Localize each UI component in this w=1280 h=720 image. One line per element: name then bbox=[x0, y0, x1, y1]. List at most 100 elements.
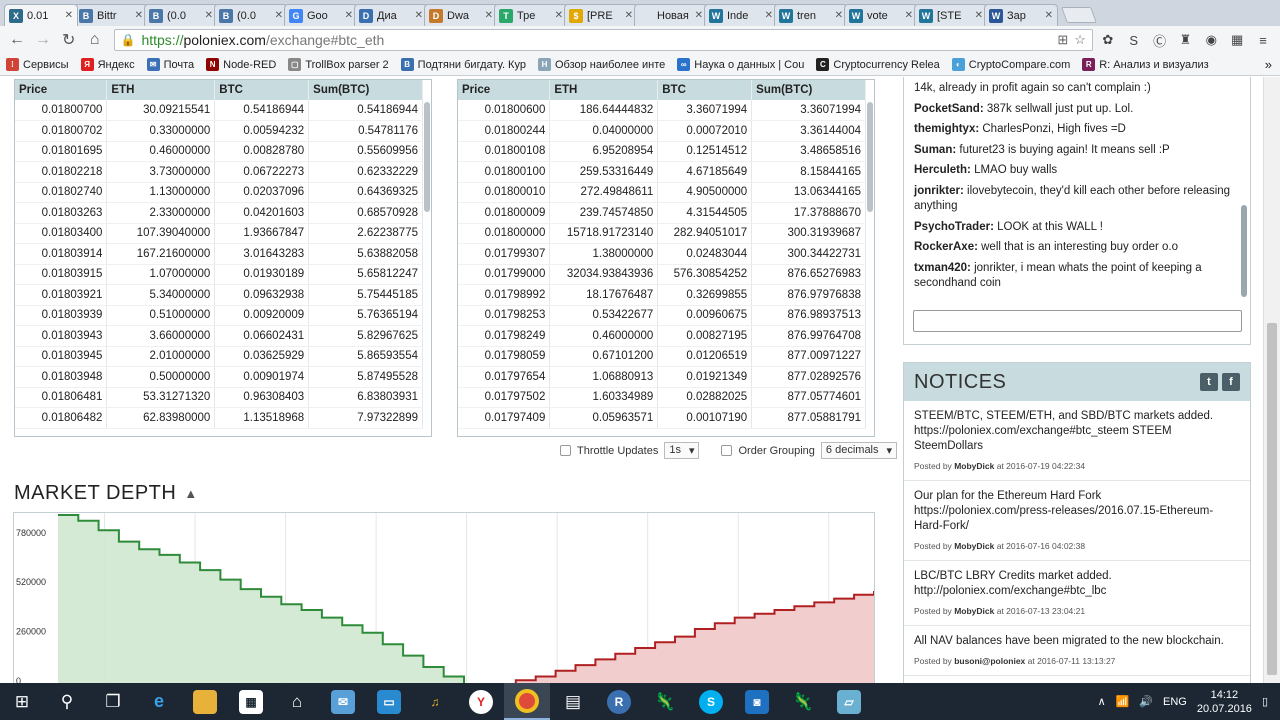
headphones-app-icon[interactable]: ♫ bbox=[412, 683, 458, 720]
table-row[interactable]: 0.01800100 259.53316449 4.67185649 8.158441… bbox=[458, 161, 866, 183]
tab-close-icon[interactable]: ✕ bbox=[905, 10, 913, 21]
table-row[interactable]: 0.01798249 0.46000000 0.00827195 876.997647… bbox=[458, 325, 866, 347]
browser-tab[interactable]: B (0.0 ✕ bbox=[144, 4, 218, 26]
column-header[interactable]: Sum(BTC) bbox=[751, 80, 866, 100]
tab-close-icon[interactable]: ✕ bbox=[345, 10, 353, 21]
browser-tab[interactable]: Wvote ✕ bbox=[844, 4, 918, 26]
system-clock[interactable]: 14:12 20.07.2016 bbox=[1197, 688, 1252, 716]
extension-c-icon[interactable]: Ⓒ bbox=[1149, 29, 1171, 51]
address-bar[interactable]: 🔒 https://poloniex.com/exchange#btc_eth … bbox=[113, 29, 1093, 51]
column-header[interactable]: Price bbox=[458, 80, 551, 100]
table-row[interactable]: 0.01803921 5.34000000 0.09632938 5.75445185 bbox=[15, 284, 423, 306]
task-view-icon[interactable]: ❐ bbox=[90, 683, 136, 720]
notice-author[interactable]: MobyDick bbox=[954, 461, 994, 471]
table-row[interactable]: 0.01799307 1.38000000 0.02483044 300.344227… bbox=[458, 243, 866, 265]
bookmark-item[interactable]: R R: Анализ и визуализ bbox=[1082, 58, 1209, 71]
gecko-app-icon[interactable]: 🦎 bbox=[642, 683, 688, 720]
chrome-app-icon[interactable] bbox=[504, 683, 550, 720]
tab-close-icon[interactable]: ✕ bbox=[625, 10, 633, 21]
network-icon[interactable]: 📶 bbox=[1116, 695, 1130, 708]
table-row[interactable]: 0.01803400 107.39040000 1.93667847 2.622387… bbox=[15, 223, 423, 244]
bookmark-star-icon[interactable]: ☆ bbox=[1074, 32, 1086, 48]
collapse-chevron-up-icon[interactable]: ▲ bbox=[184, 486, 197, 501]
column-header[interactable]: Price bbox=[15, 80, 108, 100]
yandex-browser-icon[interactable]: Y bbox=[458, 683, 504, 720]
bookmark-item[interactable]: C Cryptocurrency Relea bbox=[816, 58, 940, 71]
volume-icon[interactable]: 🔊 bbox=[1139, 695, 1153, 708]
bookmark-item[interactable]: Я Яндекс bbox=[80, 58, 135, 71]
order-grouping-select[interactable]: 6 decimals ▾ bbox=[820, 442, 898, 459]
back-arrow-icon[interactable]: ← bbox=[6, 29, 28, 51]
notes-app-icon[interactable]: ▱ bbox=[826, 683, 872, 720]
twitter-icon[interactable]: t bbox=[1200, 373, 1218, 391]
browser-tab[interactable]: $ [PRE ✕ bbox=[564, 4, 638, 26]
new-tab-button[interactable] bbox=[1061, 7, 1097, 23]
table-row[interactable]: 0.01803945 2.01000000 0.03625929 5.86593554 bbox=[15, 346, 423, 367]
browser-tab[interactable]: Новая в ✕ bbox=[634, 4, 708, 26]
browser-tab[interactable]: B Bittr ✕ bbox=[74, 4, 148, 26]
table-row[interactable]: 0.01800108 6.95208954 0.12514512 3.48658516 bbox=[458, 141, 866, 162]
column-header[interactable]: ETH bbox=[549, 80, 659, 100]
home-app-icon[interactable]: ⌂ bbox=[274, 683, 320, 720]
email-app-icon[interactable]: ✉ bbox=[320, 683, 366, 720]
skype-icon[interactable]: S bbox=[688, 683, 734, 720]
table-row[interactable]: 0.01800010 272.49848611 4.90500000 13.06344… bbox=[458, 182, 866, 203]
browser-tab[interactable]: G Goo ✕ bbox=[284, 4, 358, 26]
browser-tab[interactable]: D Dwa ✕ bbox=[424, 4, 498, 26]
bookmark-item[interactable]: ▢ TrollBox parser 2 bbox=[288, 58, 389, 71]
browser-tab[interactable]: Wtren ✕ bbox=[774, 4, 848, 26]
buy-orders-scrollbar[interactable] bbox=[867, 102, 873, 212]
table-row[interactable]: 0.01800000 15718.91723140 282.94051017 300.… bbox=[458, 223, 866, 244]
notice-author[interactable]: busoni@poloniex bbox=[954, 656, 1025, 666]
gecko-app-2-icon[interactable]: 🦎 bbox=[780, 683, 826, 720]
extension-s-icon[interactable]: S bbox=[1123, 29, 1145, 51]
chat-username[interactable]: Suman: bbox=[914, 144, 956, 156]
tray-expand-icon[interactable]: ∧ bbox=[1098, 695, 1106, 708]
browser-tab[interactable]: W Зар ✕ bbox=[984, 4, 1058, 26]
bookmark-item[interactable]: ✉ Почта bbox=[146, 58, 194, 71]
tab-close-icon[interactable]: ✕ bbox=[555, 10, 563, 21]
table-row[interactable]: 0.01800009 239.74574850 4.31544505 17.37888… bbox=[458, 202, 866, 224]
tab-close-icon[interactable]: ✕ bbox=[485, 10, 493, 21]
order-grouping-checkbox[interactable] bbox=[721, 445, 733, 456]
table-row[interactable]: 0.01802218 3.73000000 0.06722273 0.62332229 bbox=[15, 161, 423, 183]
store-icon[interactable]: ▦ bbox=[228, 683, 274, 720]
chat-username[interactable]: Herculeth: bbox=[914, 164, 971, 176]
search-icon[interactable]: ⚲ bbox=[44, 683, 90, 720]
home-icon[interactable]: ⌂ bbox=[84, 29, 106, 51]
notifications-icon[interactable]: ▯ bbox=[1262, 695, 1268, 708]
throttle-interval-select[interactable]: 1s ▾ bbox=[664, 442, 700, 459]
browser-tab[interactable]: W [STE ✕ bbox=[914, 4, 988, 26]
sell-orders-scrollbar[interactable] bbox=[424, 102, 430, 212]
reload-icon[interactable]: ↻ bbox=[58, 29, 80, 51]
chat-username[interactable]: PocketSand: bbox=[914, 103, 984, 115]
table-row[interactable]: 0.01801695 0.46000000 0.00828780 0.55609956 bbox=[15, 141, 423, 162]
browser-tab[interactable]: D Диа ✕ bbox=[354, 4, 428, 26]
table-row[interactable]: 0.01800600 186.64444832 3.36071994 3.360719… bbox=[458, 100, 866, 121]
chat-username[interactable]: txman420: bbox=[914, 262, 971, 274]
blue-app-icon[interactable]: ◙ bbox=[734, 683, 780, 720]
page-scrollbar[interactable] bbox=[1263, 77, 1280, 683]
bookmark-item[interactable]: ◐ CryptoCompare.com bbox=[951, 58, 1070, 71]
notice-author[interactable]: MobyDick bbox=[954, 541, 994, 551]
column-header[interactable]: Sum(BTC) bbox=[308, 80, 423, 100]
tab-close-icon[interactable]: ✕ bbox=[135, 10, 143, 21]
table-row[interactable]: 0.01803263 2.33000000 0.04201603 0.68570928 bbox=[15, 202, 423, 224]
extension-color-icon[interactable]: ▦ bbox=[1226, 29, 1248, 51]
r-app-icon[interactable]: R bbox=[596, 683, 642, 720]
tab-close-icon[interactable]: ✕ bbox=[835, 10, 843, 21]
table-row[interactable]: 0.01798059 0.67101200 0.01206519 877.009712… bbox=[458, 346, 866, 367]
browser-tab[interactable]: T Тре ✕ bbox=[494, 4, 568, 26]
throttle-updates-checkbox[interactable] bbox=[560, 445, 571, 456]
more-bookmarks-icon[interactable]: » bbox=[1265, 57, 1280, 72]
tab-close-icon[interactable]: ✕ bbox=[205, 10, 213, 21]
bookmark-item[interactable]: N Node-RED bbox=[206, 58, 276, 71]
table-row[interactable]: 0.01802740 1.13000000 0.02037096 0.64369325 bbox=[15, 182, 423, 203]
column-header[interactable]: BTC bbox=[657, 80, 753, 100]
bookmark-item[interactable]: B Подтяни бигдату. Кур bbox=[400, 58, 526, 71]
table-row[interactable]: 0.01798253 0.53422677 0.00960675 876.989375… bbox=[458, 305, 866, 326]
bookmark-item[interactable]: ∞ Наука о данных | Cou bbox=[677, 58, 804, 71]
column-header[interactable]: ETH bbox=[106, 80, 216, 100]
table-row[interactable]: 0.01797409 0.05963571 0.00107190 877.058817… bbox=[458, 407, 866, 429]
tab-close-icon[interactable]: ✕ bbox=[975, 10, 983, 21]
